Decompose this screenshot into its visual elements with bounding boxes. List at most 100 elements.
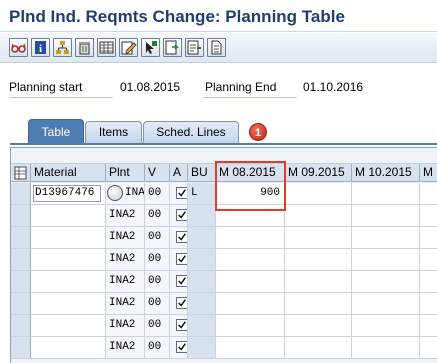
col-header-bu[interactable]: BU bbox=[188, 164, 216, 182]
m-next-cell[interactable] bbox=[420, 271, 437, 293]
m09-2015-cell[interactable] bbox=[285, 337, 352, 359]
version-cell: 00 bbox=[145, 205, 170, 227]
material-cell[interactable] bbox=[31, 249, 106, 271]
material-cell[interactable] bbox=[31, 205, 106, 227]
plant-cell: INA2 bbox=[106, 249, 145, 271]
m08-2015-cell[interactable] bbox=[216, 293, 285, 315]
bu-cell bbox=[188, 271, 216, 293]
col-header-m-next[interactable]: M bbox=[420, 164, 437, 182]
select-icon[interactable] bbox=[141, 38, 160, 57]
detail-icon[interactable] bbox=[185, 38, 204, 57]
active-checkbox[interactable] bbox=[176, 231, 187, 243]
material-cell[interactable] bbox=[31, 337, 106, 359]
version-cell: 00 bbox=[145, 183, 170, 205]
title-divider bbox=[0, 31, 437, 32]
select-all-icon[interactable] bbox=[11, 164, 31, 182]
m-next-cell[interactable] bbox=[420, 337, 437, 359]
next-icon[interactable] bbox=[163, 38, 182, 57]
m10-2015-cell[interactable] bbox=[352, 183, 420, 205]
row-selector[interactable] bbox=[11, 183, 31, 205]
bu-cell bbox=[188, 227, 216, 249]
col-header-m09-2015[interactable]: M 09.2015 bbox=[285, 164, 352, 182]
material-cell[interactable]: D13967476 bbox=[31, 183, 106, 205]
active-checkbox[interactable] bbox=[176, 341, 187, 353]
active-cell bbox=[170, 271, 188, 293]
row-selector[interactable] bbox=[11, 315, 31, 337]
row-selector[interactable] bbox=[11, 249, 31, 271]
active-checkbox[interactable] bbox=[176, 275, 187, 287]
m09-2015-cell[interactable] bbox=[285, 249, 352, 271]
col-header-plant[interactable]: Plnt bbox=[106, 164, 145, 182]
row-selector[interactable] bbox=[11, 293, 31, 315]
active-cell bbox=[170, 227, 188, 249]
m10-2015-cell[interactable] bbox=[352, 315, 420, 337]
tab-sched-lines[interactable]: Sched. Lines bbox=[143, 121, 239, 143]
material-cell[interactable] bbox=[31, 271, 106, 293]
active-checkbox[interactable] bbox=[176, 297, 187, 309]
row-selector[interactable] bbox=[11, 205, 31, 227]
m09-2015-cell[interactable] bbox=[285, 293, 352, 315]
m09-2015-cell[interactable] bbox=[285, 227, 352, 249]
m09-2015-cell[interactable] bbox=[285, 315, 352, 337]
table-icon[interactable] bbox=[97, 38, 116, 57]
planning-end-value: 01.10.2016 bbox=[303, 80, 364, 94]
m08-2015-cell[interactable] bbox=[216, 315, 285, 337]
m09-2015-cell[interactable] bbox=[285, 271, 352, 293]
row-selector[interactable] bbox=[11, 337, 31, 359]
m10-2015-cell[interactable] bbox=[352, 271, 420, 293]
bu-cell bbox=[188, 293, 216, 315]
col-header-active[interactable]: A bbox=[170, 164, 188, 182]
active-cell bbox=[170, 183, 188, 205]
active-checkbox[interactable] bbox=[176, 319, 187, 331]
material-cell[interactable] bbox=[31, 227, 106, 249]
m-next-cell[interactable] bbox=[420, 183, 437, 205]
col-header-material[interactable]: Material bbox=[31, 164, 106, 182]
glasses-icon[interactable] bbox=[9, 38, 28, 57]
m10-2015-cell[interactable] bbox=[352, 227, 420, 249]
info-icon[interactable]: i bbox=[31, 38, 50, 57]
bu-cell: L bbox=[188, 183, 216, 205]
material-cell[interactable] bbox=[31, 293, 106, 315]
m-next-cell[interactable] bbox=[420, 293, 437, 315]
planning-start-value: 01.08.2015 bbox=[120, 80, 181, 94]
material-input[interactable]: D13967476 bbox=[33, 185, 101, 202]
version-cell: 00 bbox=[145, 315, 170, 337]
active-cell bbox=[170, 205, 188, 227]
edit-icon[interactable] bbox=[119, 38, 138, 57]
active-cell bbox=[170, 315, 188, 337]
plant-text: INA2 bbox=[125, 187, 145, 199]
tab-items[interactable]: Items bbox=[85, 121, 142, 143]
row-selector[interactable] bbox=[11, 227, 31, 249]
col-header-m10-2015[interactable]: M 10.2015 bbox=[352, 164, 420, 182]
m09-2015-cell[interactable] bbox=[285, 183, 352, 205]
value-help-icon[interactable] bbox=[107, 185, 123, 201]
highlight-box bbox=[215, 161, 286, 211]
material-cell[interactable] bbox=[31, 315, 106, 337]
active-checkbox[interactable] bbox=[176, 253, 187, 265]
m-next-cell[interactable] bbox=[420, 249, 437, 271]
m-next-cell[interactable] bbox=[420, 227, 437, 249]
m10-2015-cell[interactable] bbox=[352, 249, 420, 271]
active-checkbox[interactable] bbox=[176, 209, 187, 221]
row-selector[interactable] bbox=[11, 271, 31, 293]
m08-2015-cell[interactable] bbox=[216, 337, 285, 359]
col-header-version[interactable]: V bbox=[145, 164, 170, 182]
hierarchy-icon[interactable] bbox=[53, 38, 72, 57]
version-cell: 00 bbox=[145, 293, 170, 315]
m-next-cell[interactable] bbox=[420, 205, 437, 227]
m-next-cell[interactable] bbox=[420, 315, 437, 337]
plant-cell: INA2 bbox=[106, 227, 145, 249]
m08-2015-cell[interactable] bbox=[216, 227, 285, 249]
delete-icon[interactable] bbox=[75, 38, 94, 57]
m08-2015-cell[interactable] bbox=[216, 249, 285, 271]
tab-table[interactable]: Table bbox=[28, 119, 84, 144]
m09-2015-cell[interactable] bbox=[285, 205, 352, 227]
bu-cell bbox=[188, 249, 216, 271]
document-icon[interactable] bbox=[207, 38, 226, 57]
m08-2015-cell[interactable] bbox=[216, 271, 285, 293]
m10-2015-cell[interactable] bbox=[352, 205, 420, 227]
m10-2015-cell[interactable] bbox=[352, 337, 420, 359]
m10-2015-cell[interactable] bbox=[352, 293, 420, 315]
plant-cell: INA2 bbox=[106, 315, 145, 337]
active-checkbox[interactable] bbox=[176, 187, 187, 199]
